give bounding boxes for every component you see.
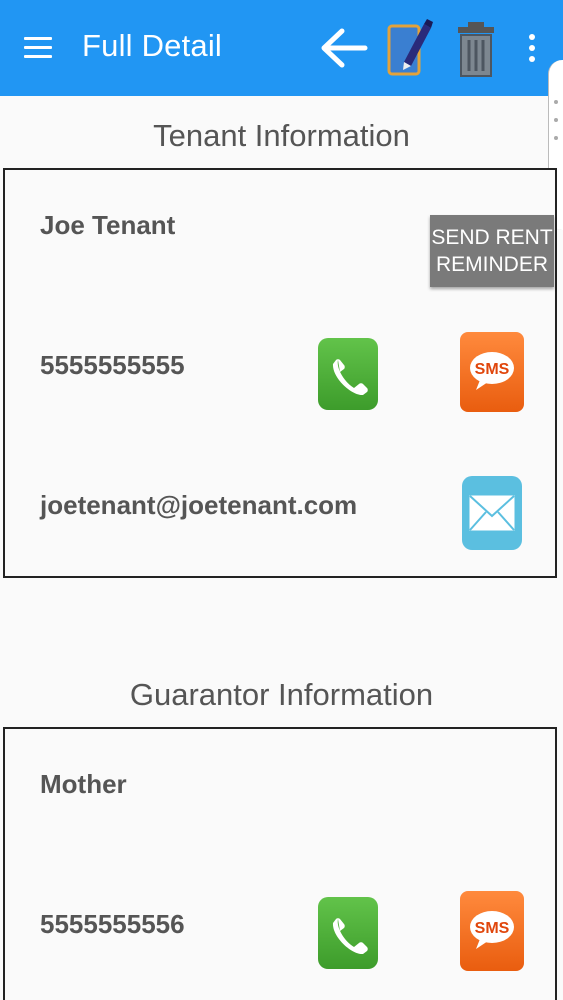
phone-icon: [332, 359, 368, 396]
edit-note-icon[interactable]: [386, 18, 434, 78]
page-title: Full Detail: [82, 28, 223, 63]
tenant-sms-button[interactable]: SMS: [460, 332, 524, 412]
app-bar: Full Detail: [0, 0, 563, 96]
tenant-email: joetenant@joetenant.com: [40, 490, 358, 520]
guarantor-section-title: Guarantor Information: [129, 677, 434, 712]
guarantor-sms-button[interactable]: SMS: [460, 891, 524, 971]
send-rent-reminder-button[interactable]: SEND RENT REMINDER: [430, 215, 554, 287]
envelope-icon: [469, 495, 515, 531]
sms-label: SMS: [475, 361, 510, 378]
guarantor-name: Mother: [40, 769, 127, 799]
tenant-phone: 5555555555: [40, 350, 185, 380]
trash-icon[interactable]: [456, 20, 496, 78]
guarantor-card: Mother 5555555556 SMS: [3, 727, 557, 1000]
tenant-call-button[interactable]: [318, 338, 378, 410]
guarantor-phone: 5555555556: [40, 909, 185, 939]
sms-label: SMS: [475, 920, 510, 937]
phone-icon: [332, 918, 368, 955]
reminder-label-line1: SEND RENT: [431, 226, 553, 249]
tenant-section-title: Tenant Information: [153, 118, 410, 153]
more-vert-icon[interactable]: [522, 30, 542, 66]
sms-icon: SMS: [470, 911, 514, 949]
sms-icon: SMS: [470, 352, 514, 390]
reminder-label-line2: REMINDER: [435, 253, 548, 276]
menu-icon[interactable]: [24, 37, 52, 59]
tenant-email-button[interactable]: [462, 476, 522, 550]
guarantor-call-button[interactable]: [318, 897, 378, 969]
tenant-name: Joe Tenant: [40, 210, 176, 240]
back-arrow-icon[interactable]: [318, 26, 368, 70]
